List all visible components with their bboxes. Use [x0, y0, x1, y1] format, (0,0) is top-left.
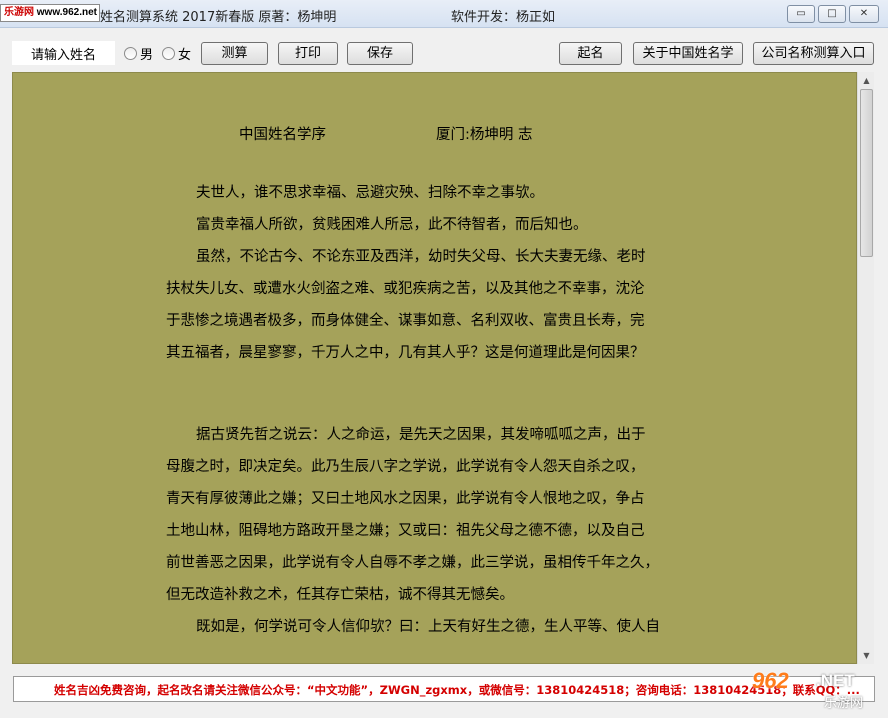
maximize-button[interactable]: □: [818, 5, 846, 23]
save-button[interactable]: 保存: [347, 42, 413, 65]
naming-button[interactable]: 起名: [559, 42, 622, 65]
company-name-test-button[interactable]: 公司名称测算入口: [753, 42, 874, 65]
text-line: 母腹之时，即决定矣。此乃生辰八字之学说，此学说有令人怨天自杀之叹，: [166, 459, 645, 475]
status-bar: 姓名吉凶免费咨询，起名改名请关注微信公众号：“中文功能”，ZWGN_zgxmx，…: [13, 676, 875, 702]
text-line: 既如是，何学说可令人信仰欤？曰：上天有好生之德，生人平等、使人自: [196, 619, 660, 635]
site-logo-url: www.962.net: [36, 7, 97, 18]
site-logo-badge: 乐游网 www.962.net: [0, 4, 100, 22]
gender-radio-female[interactable]: 女: [162, 45, 192, 63]
text-line: 其五福者，晨星寥寥，千万人之中，几有其人乎？这是何道理此是何因果？: [166, 345, 645, 361]
document-title: 中国姓名学序: [239, 127, 326, 143]
watermark-net: .NET: [816, 671, 855, 690]
text-line: 于悲惨之境遇者极多，而身体健全、谋事如意、名利双收、富贵且长寿，完: [166, 313, 645, 329]
developer-credit: 软件开发：杨正如: [451, 10, 556, 25]
document-author: 厦门:杨坤明 志: [436, 127, 533, 143]
scroll-down-icon[interactable]: ▼: [858, 647, 875, 664]
text-line: 扶杖失儿女、或遭水火剑盗之难、或犯疾病之苦，以及其他之不幸事，沈沦: [166, 281, 645, 297]
gender-radio-male[interactable]: 男: [124, 45, 154, 63]
calculate-button[interactable]: 测算: [201, 42, 268, 65]
text-line: 夫世人，谁不思求幸福、忌避灾殃、扫除不幸之事欤。: [196, 185, 544, 201]
paragraph-2: 据古贤先哲之说云：人之命运，是先天之因果，其发啼呱呱之声，出于 母腹之时，即决定…: [166, 419, 660, 643]
paragraph-1: 夫世人，谁不思求幸福、忌避灾殃、扫除不幸之事欤。 富贵幸福人所欲，贫贱困难人所忌…: [166, 177, 646, 369]
window-title: 姓名测算系统 2017新春版 原著：杨坤明: [100, 10, 337, 25]
gender-female-label: 女: [178, 47, 192, 63]
text-line: 据古贤先哲之说云：人之命运，是先天之因果，其发啼呱呱之声，出于: [196, 427, 646, 443]
minimize-button[interactable]: ▭: [787, 5, 815, 23]
text-line: 富贵幸福人所欲，贫贱困难人所忌，此不待智者，而后知也。: [196, 217, 588, 233]
print-button[interactable]: 打印: [278, 42, 338, 65]
text-line: 土地山林，阻碍地方路政开垦之嫌；又或曰：祖先父母之德不德，以及自己: [166, 523, 645, 539]
title-bar: 乐游网 www.962.net 姓名测算系统 2017新春版 原著：杨坤明 软件…: [0, 0, 888, 28]
scroll-thumb[interactable]: [860, 89, 873, 257]
about-name-study-button[interactable]: 关于中国姓名学: [633, 42, 743, 65]
text-line: 虽然，不论古今、不论东亚及西洋，幼时失父母、长大夫妻无缘、老时: [196, 249, 646, 265]
minimize-icon: ▭: [796, 8, 806, 19]
site-logo-cn: 乐游网: [4, 7, 34, 18]
watermark-mark: 962: [752, 668, 789, 693]
status-ad-text: 姓名吉凶免费咨询，起名改名请关注微信公众号：“中文功能”，ZWGN_zgxmx，…: [54, 683, 860, 697]
scroll-up-icon[interactable]: ▲: [858, 72, 875, 89]
watermark-cn: 乐游网: [824, 696, 864, 711]
name-input[interactable]: [12, 41, 115, 65]
close-button[interactable]: ✕: [849, 5, 879, 23]
gender-male-label: 男: [140, 47, 154, 63]
close-icon: ✕: [859, 8, 869, 19]
radio-circle-icon[interactable]: [162, 46, 175, 60]
site-watermark: 962 .NET 乐游网: [752, 668, 880, 714]
text-line: 前世善恶之因果，此学说有令人自辱不孝之嫌，此三学说，虽相传千年之久，: [166, 555, 659, 571]
text-line: 青天有厚彼薄此之嫌；又曰土地风水之因果，此学说有令人恨地之叹，争占: [166, 491, 645, 507]
document-header: 中国姓名学序 厦门:杨坤明 志: [239, 123, 533, 144]
document-view[interactable]: 中国姓名学序 厦门:杨坤明 志 夫世人，谁不思求幸福、忌避灾殃、扫除不幸之事欤。 …: [12, 72, 857, 664]
vertical-scrollbar[interactable]: ▲ ▼: [857, 72, 874, 664]
text-line: 但无改造补救之术，任其存亡荣枯，诚不得其无憾矣。: [166, 587, 514, 603]
maximize-icon: □: [827, 8, 837, 19]
radio-circle-icon[interactable]: [124, 46, 137, 60]
